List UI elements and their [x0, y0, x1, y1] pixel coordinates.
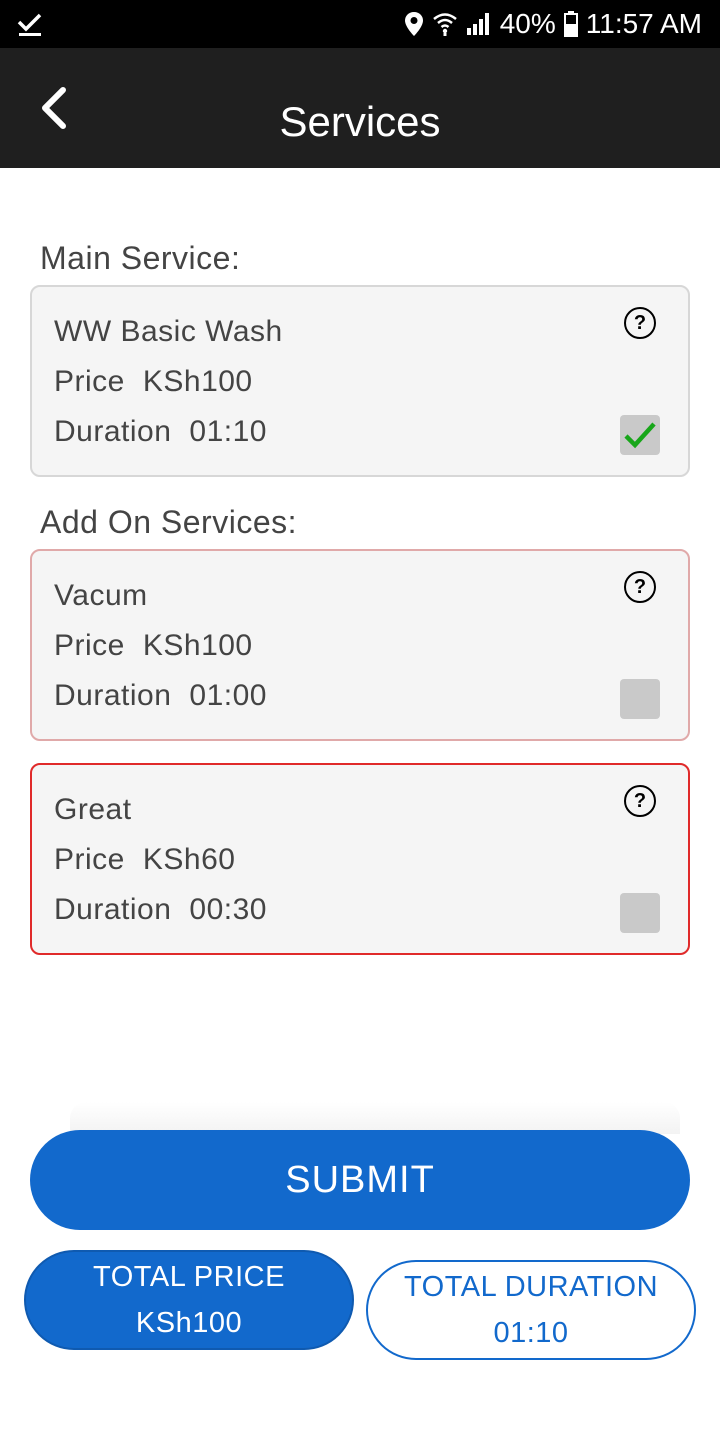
duration-value: 01:10: [189, 415, 267, 448]
checkmark-icon: [624, 422, 656, 449]
service-duration: Duration 01:10: [54, 415, 267, 449]
help-icon[interactable]: ?: [624, 307, 656, 339]
price-value: KSh60: [142, 843, 236, 876]
addon-services-heading: Add On Services:: [40, 504, 297, 540]
service-name: Vacum: [54, 579, 148, 612]
service-price: Price KSh60: [54, 843, 235, 877]
price-label: Price: [54, 843, 125, 876]
price-label: Price: [54, 629, 125, 662]
service-price: Price KSh100: [54, 629, 253, 663]
price-label: Price: [54, 365, 125, 398]
duration-value: 01:00: [189, 679, 267, 712]
help-icon[interactable]: ?: [624, 785, 656, 817]
service-duration: Duration 01:00: [54, 679, 267, 713]
service-checkbox[interactable]: [620, 893, 660, 933]
clock: 11:57 AM: [585, 8, 702, 39]
service-name: Great: [54, 793, 132, 826]
total-price-value: KSh100: [135, 1307, 243, 1339]
help-icon[interactable]: ?: [624, 571, 656, 603]
total-duration-pill: TOTAL DURATION 01:10: [366, 1260, 696, 1360]
status-bar: 40% 11:57 AM: [0, 0, 720, 48]
page-title: Services: [279, 98, 441, 145]
signal-icon: [466, 13, 489, 35]
app-header: Services: [0, 48, 720, 168]
service-checkbox[interactable]: [620, 415, 660, 455]
total-price-label: TOTAL PRICE: [93, 1261, 285, 1293]
battery-percent: 40%: [499, 8, 556, 39]
total-duration-value: 01:10: [493, 1317, 569, 1349]
submit-button[interactable]: SUBMIT: [30, 1130, 690, 1230]
price-value: KSh100: [142, 629, 253, 662]
service-price: Price KSh100: [54, 365, 253, 399]
duration-label: Duration: [54, 679, 172, 712]
main-service-heading: Main Service:: [40, 240, 241, 276]
download-done-icon: [17, 13, 42, 36]
price-value: KSh100: [142, 365, 253, 398]
total-duration-label: TOTAL DURATION: [403, 1271, 659, 1303]
service-name: WW Basic Wash: [54, 315, 283, 348]
service-duration: Duration 00:30: [54, 893, 267, 927]
main-service-card[interactable]: WW Basic Wash Price KSh100 Duration 01:10 …: [30, 285, 690, 477]
duration-label: Duration: [54, 415, 172, 448]
wifi-icon: [432, 13, 457, 36]
duration-label: Duration: [54, 893, 172, 926]
addon-service-card[interactable]: Vacum Price KSh100 Duration 01:00 ?: [30, 549, 690, 741]
battery-icon: [563, 11, 578, 37]
service-checkbox[interactable]: [620, 679, 660, 719]
duration-value: 00:30: [189, 893, 267, 926]
status-icons: 40% 11:57 AM: [404, 0, 702, 48]
location-icon: [404, 12, 423, 36]
addon-service-card[interactable]: Great Price KSh60 Duration 00:30 ?: [30, 763, 690, 955]
total-price-pill: TOTAL PRICE KSh100: [24, 1250, 354, 1350]
